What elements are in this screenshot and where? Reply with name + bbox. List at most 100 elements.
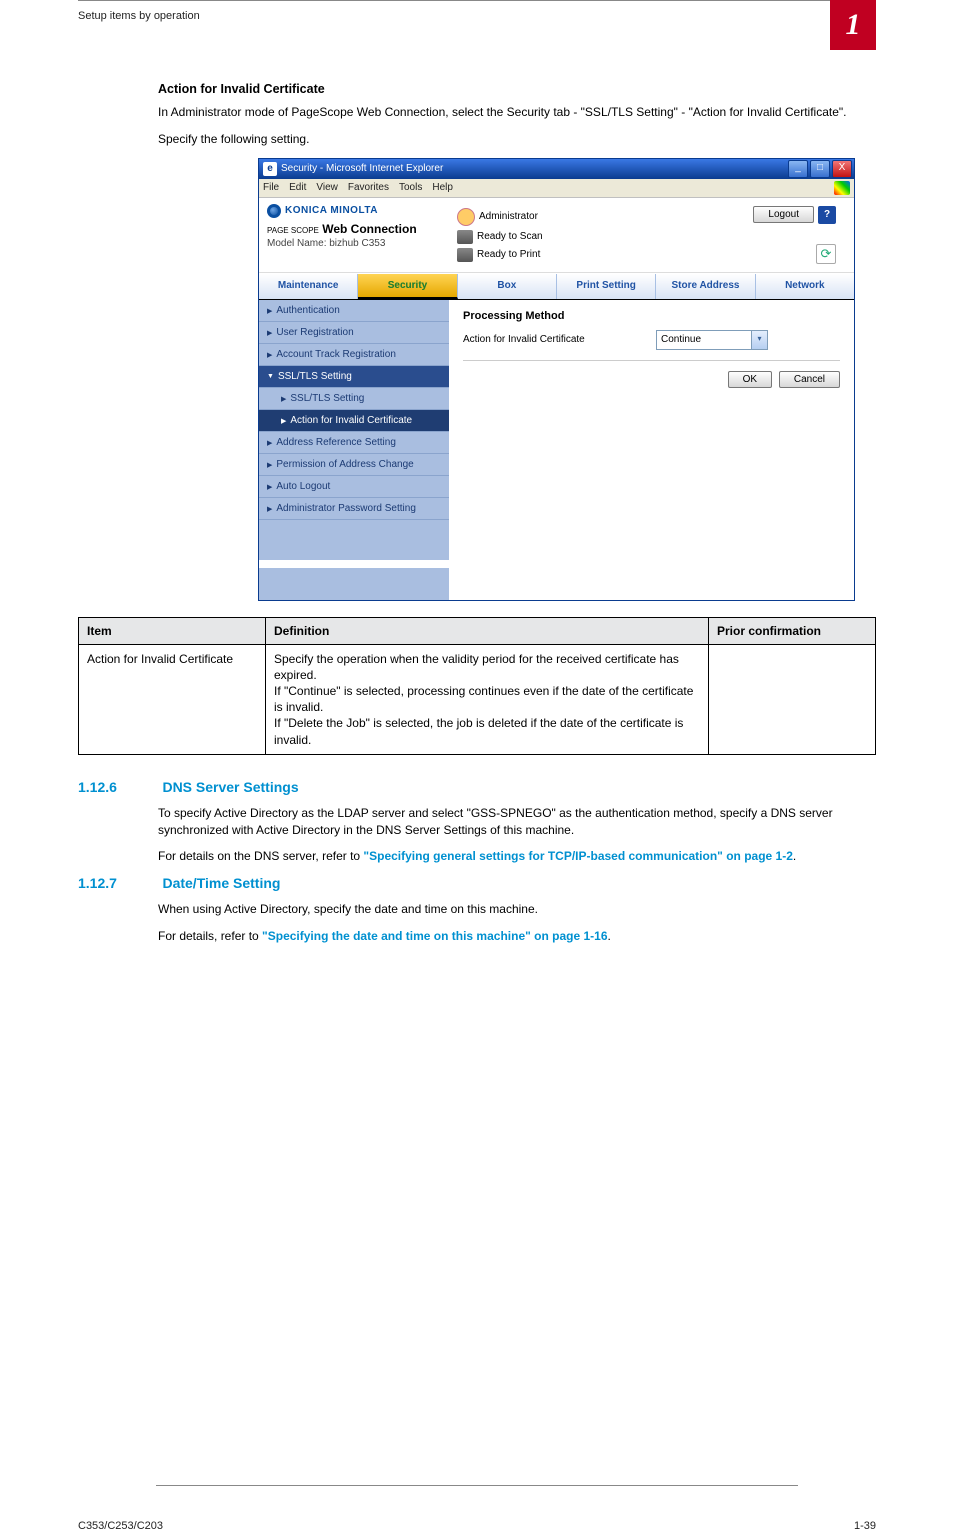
pagescope-prefix: PAGE SCOPE xyxy=(267,226,319,235)
sidebar-sub-label: SSL/TLS Setting xyxy=(290,393,364,404)
item-definition-table: Item Definition Prior confirmation Actio… xyxy=(78,617,876,755)
chapter-marker: 1 xyxy=(830,0,876,50)
th-definition: Definition xyxy=(266,617,709,644)
sec-dt-para2-a: For details, refer to xyxy=(158,929,262,943)
pagescope-logo: PAGE SCOPE Web Connection xyxy=(267,222,457,236)
km-logo: KONICA MINOLTA xyxy=(267,204,457,218)
tab-box[interactable]: Box xyxy=(458,274,557,299)
afc-title: Action for Invalid Certificate xyxy=(158,82,876,96)
webconnection-text: Web Connection xyxy=(322,222,416,236)
browser-window: e Security - Microsoft Internet Explorer… xyxy=(258,158,855,601)
admin-label: Administrator xyxy=(479,211,538,222)
sidebar-item-user-registration[interactable]: User Registration xyxy=(259,322,449,344)
sec-dt-para1: When using Active Directory, specify the… xyxy=(158,901,876,918)
refresh-button[interactable]: ⟳ xyxy=(816,244,836,264)
menu-view[interactable]: View xyxy=(316,182,338,193)
sec-dt-title: Date/Time Setting xyxy=(162,875,280,891)
separator xyxy=(463,360,840,361)
sidebar-sub-label: Action for Invalid Certificate xyxy=(290,415,412,426)
tab-print-setting-label: Print Setting xyxy=(576,280,635,291)
km-globe-icon xyxy=(267,204,281,218)
sidebar-item-label: Authentication xyxy=(276,305,339,316)
sec-dns-number: 1.12.6 xyxy=(78,779,158,795)
tab-store-address[interactable]: Store Address xyxy=(656,274,755,299)
td-item: Action for Invalid Certificate xyxy=(79,644,266,754)
menu-tools[interactable]: Tools xyxy=(399,182,422,193)
sidebar-item-label: Permission of Address Change xyxy=(276,459,413,470)
chapter-number: 1 xyxy=(846,8,861,42)
sidebar-item-label: Auto Logout xyxy=(276,481,330,492)
footer-right: 1-39 xyxy=(854,1520,876,1532)
td-definition: Specify the operation when the validity … xyxy=(266,644,709,754)
ready-print-label: Ready to Print xyxy=(477,249,540,260)
footer-left: C353/C253/C203 xyxy=(78,1520,163,1532)
tab-network-label: Network xyxy=(785,280,824,291)
sec-dt-para2: For details, refer to "Specifying the da… xyxy=(158,928,876,945)
km-text: KONICA MINOLTA xyxy=(285,205,378,216)
tab-maintenance[interactable]: Maintenance xyxy=(259,274,358,299)
model-name: Model Name: bizhub C353 xyxy=(267,238,457,249)
sidebar-item-perm-addr-change[interactable]: Permission of Address Change xyxy=(259,454,449,476)
afc-select-value: Continue xyxy=(657,334,751,345)
logout-button[interactable]: Logout xyxy=(753,206,814,223)
scanner-icon xyxy=(457,230,473,244)
afc-select[interactable]: Continue ▾ xyxy=(656,330,768,350)
ready-scan-label: Ready to Scan xyxy=(477,231,543,242)
menu-bar: File Edit View Favorites Tools Help xyxy=(259,179,854,198)
tab-network[interactable]: Network xyxy=(756,274,854,299)
sec-dns-para1: To specify Active Directory as the LDAP … xyxy=(158,805,876,839)
help-button[interactable]: ? xyxy=(818,206,836,224)
menu-file[interactable]: File xyxy=(263,182,279,193)
sidebar-item-address-ref[interactable]: Address Reference Setting xyxy=(259,432,449,454)
close-button[interactable]: X xyxy=(832,160,852,178)
tab-maintenance-label: Maintenance xyxy=(278,280,339,291)
sidebar-item-account-track[interactable]: Account Track Registration xyxy=(259,344,449,366)
header-breadcrumb: Setup items by operation xyxy=(78,10,876,22)
sec-dt-para2-b: . xyxy=(608,929,611,943)
tab-bar: Maintenance Security Box Print Setting S… xyxy=(259,273,854,300)
main-pane: Processing Method Action for Invalid Cer… xyxy=(449,300,854,600)
tab-store-address-label: Store Address xyxy=(671,280,739,291)
sidebar-item-label: User Registration xyxy=(276,327,353,338)
admin-icon xyxy=(457,208,475,226)
chevron-down-icon: ▾ xyxy=(751,331,767,349)
maximize-button[interactable]: □ xyxy=(810,160,830,178)
ok-button[interactable]: OK xyxy=(728,371,772,388)
tab-box-label: Box xyxy=(497,280,516,291)
sidebar: Authentication User Registration Account… xyxy=(259,300,449,600)
afc-para1: In Administrator mode of PageScope Web C… xyxy=(158,104,876,121)
sidebar-item-admin-password[interactable]: Administrator Password Setting xyxy=(259,498,449,520)
td-prior xyxy=(709,644,876,754)
sidebar-sub-ssl-tls-setting[interactable]: SSL/TLS Setting xyxy=(259,388,449,410)
tab-security[interactable]: Security xyxy=(358,274,457,299)
sec-dt-number: 1.12.7 xyxy=(78,875,158,891)
sidebar-sub-action-invalid-cert[interactable]: Action for Invalid Certificate xyxy=(259,410,449,432)
sidebar-item-auto-logout[interactable]: Auto Logout xyxy=(259,476,449,498)
title-bar: e Security - Microsoft Internet Explorer… xyxy=(259,159,854,179)
processing-method-title: Processing Method xyxy=(463,310,840,322)
tab-security-label: Security xyxy=(388,280,427,291)
sidebar-item-label: Administrator Password Setting xyxy=(276,503,416,514)
th-item: Item xyxy=(79,617,266,644)
cancel-button[interactable]: Cancel xyxy=(779,371,840,388)
sidebar-item-label: Address Reference Setting xyxy=(276,437,396,448)
sec-dns-para2-b: . xyxy=(793,849,796,863)
ie-icon: e xyxy=(263,162,277,176)
minimize-button[interactable]: _ xyxy=(788,160,808,178)
sidebar-item-authentication[interactable]: Authentication xyxy=(259,300,449,322)
sec-dns-para2-a: For details on the DNS server, refer to xyxy=(158,849,363,863)
sec-dns-link[interactable]: "Specifying general settings for TCP/IP-… xyxy=(363,849,792,863)
window-title: Security - Microsoft Internet Explorer xyxy=(281,163,443,174)
menu-edit[interactable]: Edit xyxy=(289,182,306,193)
sidebar-item-label: Account Track Registration xyxy=(276,349,396,360)
tab-print-setting[interactable]: Print Setting xyxy=(557,274,656,299)
menu-help[interactable]: Help xyxy=(432,182,453,193)
windows-flag-icon xyxy=(834,181,850,195)
sec-dns-title: DNS Server Settings xyxy=(162,779,298,795)
table-row: Action for Invalid Certificate Specify t… xyxy=(79,644,876,754)
afc-field-label: Action for Invalid Certificate xyxy=(463,334,638,345)
sec-dt-link[interactable]: "Specifying the date and time on this ma… xyxy=(262,929,607,943)
sidebar-item-ssl-tls[interactable]: SSL/TLS Setting xyxy=(259,366,449,388)
menu-favorites[interactable]: Favorites xyxy=(348,182,389,193)
afc-para2: Specify the following setting. xyxy=(158,131,876,148)
